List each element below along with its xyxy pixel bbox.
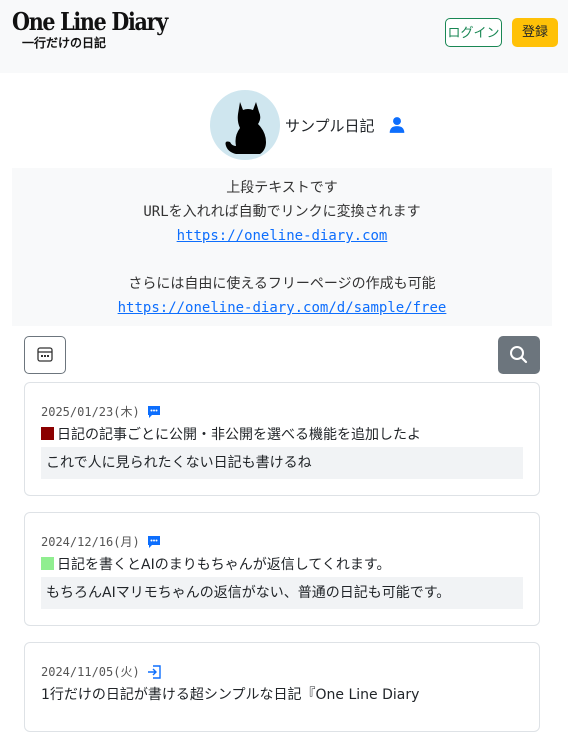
color-marker	[41, 557, 54, 570]
diary-entry-card[interactable]: 2025/01/23(木) 日記の記事ごとに公開・非公開を選べる機能を追加したよ…	[24, 382, 540, 496]
search-icon	[510, 346, 528, 364]
avatar	[210, 90, 280, 160]
comment-icon	[148, 536, 160, 548]
comment-icon	[148, 406, 160, 418]
logo-subtitle: 一行だけの日記	[22, 36, 107, 50]
header: One Line Diary 一行だけの日記 ログイン 登録	[0, 0, 568, 73]
entry-text-body: 日記を書くとAIのまりもちゃんが返信してくれます。	[57, 557, 391, 573]
diary-entry-card[interactable]: 2024/12/16(月) 日記を書くとAIのまりもちゃんが返信してくれます。 …	[24, 512, 540, 626]
logo-title: One Line Diary	[12, 7, 168, 36]
entry-text: 1行だけの日記が書ける超シンプルな日記『One Line Diary	[41, 687, 420, 703]
entry-text-body: 日記の記事ごとに公開・非公開を選べる機能を追加したよ	[57, 427, 421, 443]
black-cat-silhouette	[225, 102, 266, 154]
person-icon	[389, 117, 405, 133]
login-button[interactable]: ログイン	[445, 18, 502, 47]
free-page-link[interactable]: https://oneline-diary.com/d/sample/free	[12, 296, 552, 320]
intro-line: 上段テキストです	[226, 180, 338, 196]
calendar-icon	[37, 347, 53, 362]
entry-reply: これで人に見られたくない日記も書けるね	[41, 447, 523, 479]
diary-name[interactable]: サンプル日記	[285, 116, 375, 136]
sign-in-icon	[148, 665, 161, 679]
entry-date: 2024/12/16(月)	[41, 535, 140, 549]
calendar-button[interactable]	[24, 336, 66, 374]
intro-link[interactable]: https://oneline-diary.com	[12, 224, 552, 248]
register-button[interactable]: 登録	[512, 18, 558, 47]
entry-reply: もちろんAIマリモちゃんの返信がない、普通の日記も可能です。	[41, 577, 523, 609]
entry-date: 2025/01/23(木)	[41, 405, 140, 419]
intro-panel: 上段テキストです URLを入れれば自動でリンクに変換されます https://o…	[12, 168, 552, 326]
intro-line: URLを入れれば自動でリンクに変換されます	[143, 204, 421, 220]
site-logo[interactable]: One Line Diary 一行だけの日記	[12, 7, 192, 51]
entry-date: 2024/11/05(火)	[41, 665, 140, 679]
search-button[interactable]	[498, 336, 540, 374]
entry-text: 日記を書くとAIのまりもちゃんが返信してくれます。	[41, 555, 390, 575]
diary-entry-card[interactable]: 2024/11/05(火) 1行だけの日記が書ける超シンプルな日記『One Li…	[24, 642, 540, 732]
color-marker	[41, 427, 54, 440]
entry-text: 日記の記事ごとに公開・非公開を選べる機能を追加したよ	[41, 425, 421, 445]
intro-line: さらには自由に使えるフリーページの作成も可能	[128, 276, 436, 292]
